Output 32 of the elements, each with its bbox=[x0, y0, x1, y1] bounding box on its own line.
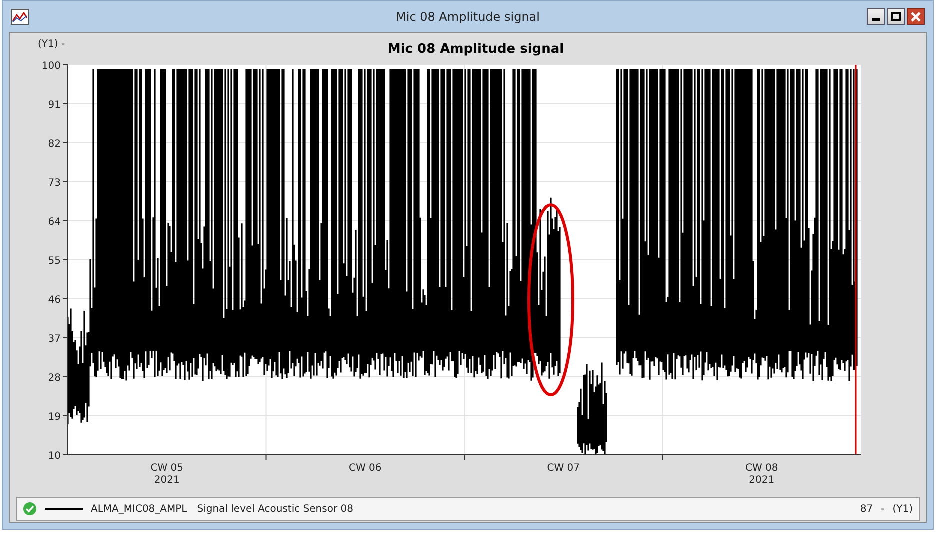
y-tick-label: 64 bbox=[48, 217, 61, 228]
y-tick-label: 37 bbox=[48, 334, 61, 345]
y-tick-label: 100 bbox=[42, 61, 61, 72]
check-icon bbox=[23, 502, 37, 516]
x-tick-label: CW 08 bbox=[745, 463, 778, 474]
series-value: 87 bbox=[860, 504, 874, 514]
minimize-button[interactable] bbox=[867, 8, 885, 25]
close-button[interactable] bbox=[907, 8, 925, 25]
y-tick-label: 55 bbox=[48, 256, 61, 267]
chart-icon bbox=[11, 8, 29, 24]
y-tick-label: 46 bbox=[48, 295, 61, 306]
series-name: ALMA_MIC08_AMPL bbox=[91, 504, 188, 514]
series-line-icon bbox=[45, 508, 83, 510]
y-tick-label: 10 bbox=[48, 451, 61, 462]
x-tick-label: CW 05 bbox=[150, 463, 184, 474]
window-title: Mic 08 Amplitude signal bbox=[396, 10, 540, 24]
chart-title: Mic 08 Amplitude signal bbox=[388, 42, 564, 57]
y-tick-label: 28 bbox=[48, 373, 61, 384]
series-axis: (Y1) bbox=[892, 504, 913, 514]
year-label: 2021 bbox=[749, 475, 775, 486]
x-tick-label: CW 07 bbox=[547, 463, 580, 474]
close-icon bbox=[911, 12, 921, 22]
series-description: Signal level Acoustic Sensor 08 bbox=[197, 504, 354, 514]
series-unit: - bbox=[881, 504, 885, 514]
x-tick-label: CW 06 bbox=[348, 463, 382, 474]
y-tick-label: 73 bbox=[48, 178, 61, 189]
y-tick-label: 19 bbox=[48, 412, 61, 423]
axis-label: (Y1) - bbox=[38, 39, 66, 50]
maximize-button[interactable] bbox=[887, 8, 905, 25]
y-tick-label: 91 bbox=[48, 100, 61, 111]
year-label: 2021 bbox=[154, 475, 180, 486]
y-tick-label: 82 bbox=[48, 139, 61, 150]
